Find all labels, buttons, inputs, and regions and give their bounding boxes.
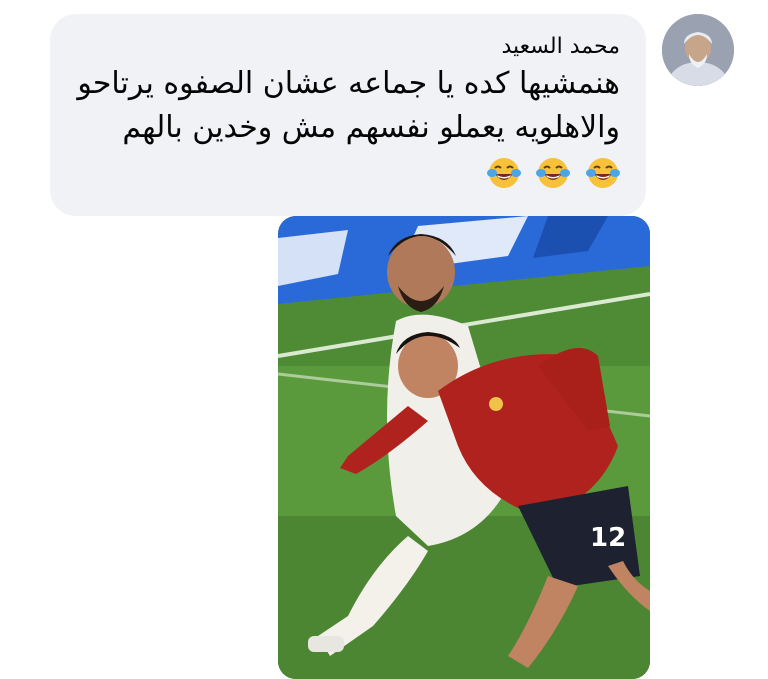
football-photo: 12 xyxy=(278,216,650,679)
comment-photo-attachment[interactable]: 12 xyxy=(278,216,650,679)
face-with-tears-of-joy-icon xyxy=(536,158,571,188)
face-with-tears-of-joy-icon xyxy=(586,158,620,188)
comment-author-name[interactable]: محمد السعيد xyxy=(76,32,621,62)
avatar-photo xyxy=(662,14,734,86)
face-with-tears-of-joy-icon xyxy=(486,158,521,188)
comment-bubble: محمد السعيد هنمشيها كده يا جماعه عشان ال… xyxy=(50,14,646,216)
comment-text: هنمشيها كده يا جماعه عشان الصفوه يرتاحو … xyxy=(76,62,620,195)
comment-body: هنمشيها كده يا جماعه عشان الصفوه يرتاحو … xyxy=(77,66,620,145)
jersey-number: 12 xyxy=(590,523,626,553)
commenter-avatar[interactable] xyxy=(662,14,734,86)
emoji-group xyxy=(481,151,620,195)
